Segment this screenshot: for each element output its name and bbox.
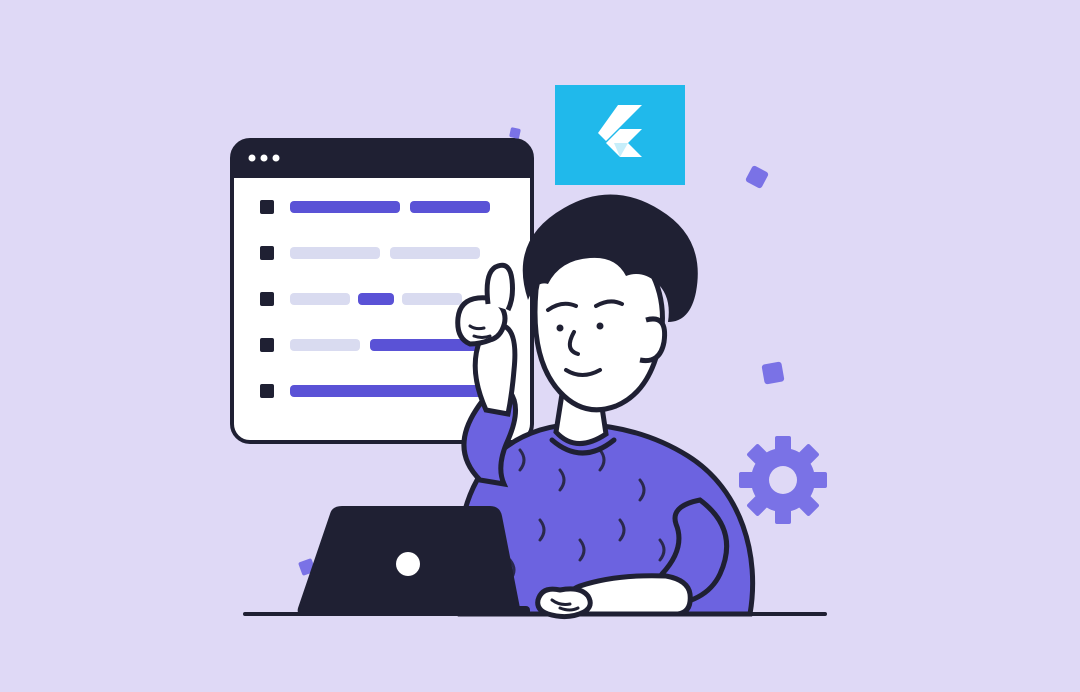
gear-icon	[739, 436, 827, 524]
illustration-canvas	[0, 0, 1080, 687]
flutter-logo-badge	[555, 85, 685, 185]
head	[523, 194, 698, 409]
laptop	[298, 506, 530, 616]
